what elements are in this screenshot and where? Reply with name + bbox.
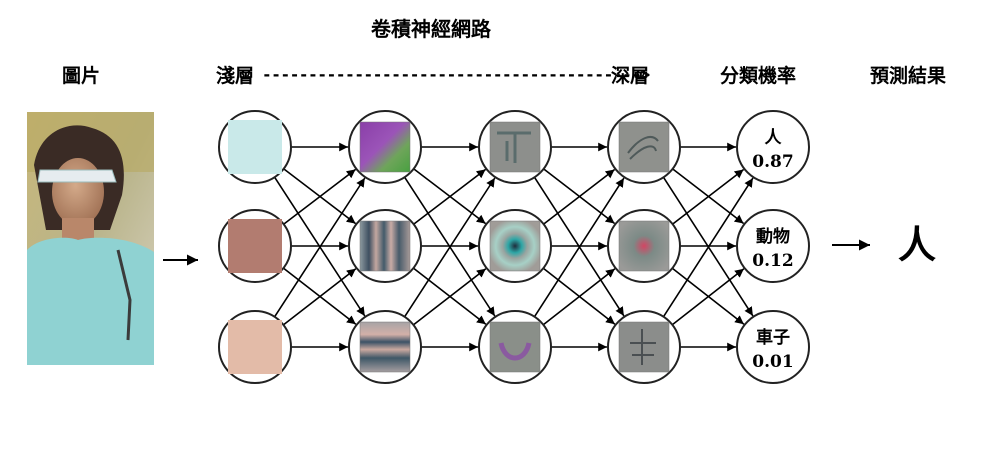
- feature-map-icon: [359, 121, 411, 173]
- node-col2-row2: [348, 209, 422, 283]
- feature-map-icon: [489, 220, 541, 272]
- node-col3-row1: [478, 110, 552, 184]
- feature-map-icon: [359, 220, 411, 272]
- node-col1-row2: [218, 209, 292, 283]
- class-label: 人: [765, 128, 783, 148]
- class-probability: 0.12: [752, 251, 793, 271]
- node-col2-row1: [348, 110, 422, 184]
- class-label: 動物: [756, 226, 790, 247]
- cnn-diagram: 人 0.87 動物 0.12 車子 0.01 人: [27, 110, 936, 384]
- node-col3-row2: [478, 209, 552, 283]
- node-col1-row1: [218, 110, 292, 184]
- feature-map-icon: [359, 321, 411, 373]
- color-swatch: [228, 219, 282, 273]
- node-col3-row3: [478, 310, 552, 384]
- feature-map-icon: [618, 321, 670, 373]
- class-probability: 0.01: [752, 352, 793, 372]
- class-probability: 0.87: [752, 152, 793, 172]
- input-photo: [27, 112, 154, 365]
- node-col2-row3: [348, 310, 422, 384]
- feature-map-icon: [489, 321, 541, 373]
- node-col4-row2: [607, 209, 681, 283]
- color-swatch: [228, 120, 282, 174]
- feature-map-icon: [618, 220, 670, 272]
- node-col1-row3: [218, 310, 292, 384]
- class-label: 車子: [756, 327, 790, 348]
- node-col4-row1: [607, 110, 681, 184]
- prediction-result: 人: [898, 223, 936, 267]
- color-swatch: [228, 320, 282, 374]
- feature-map-icon: [618, 121, 670, 173]
- node-col4-row3: [607, 310, 681, 384]
